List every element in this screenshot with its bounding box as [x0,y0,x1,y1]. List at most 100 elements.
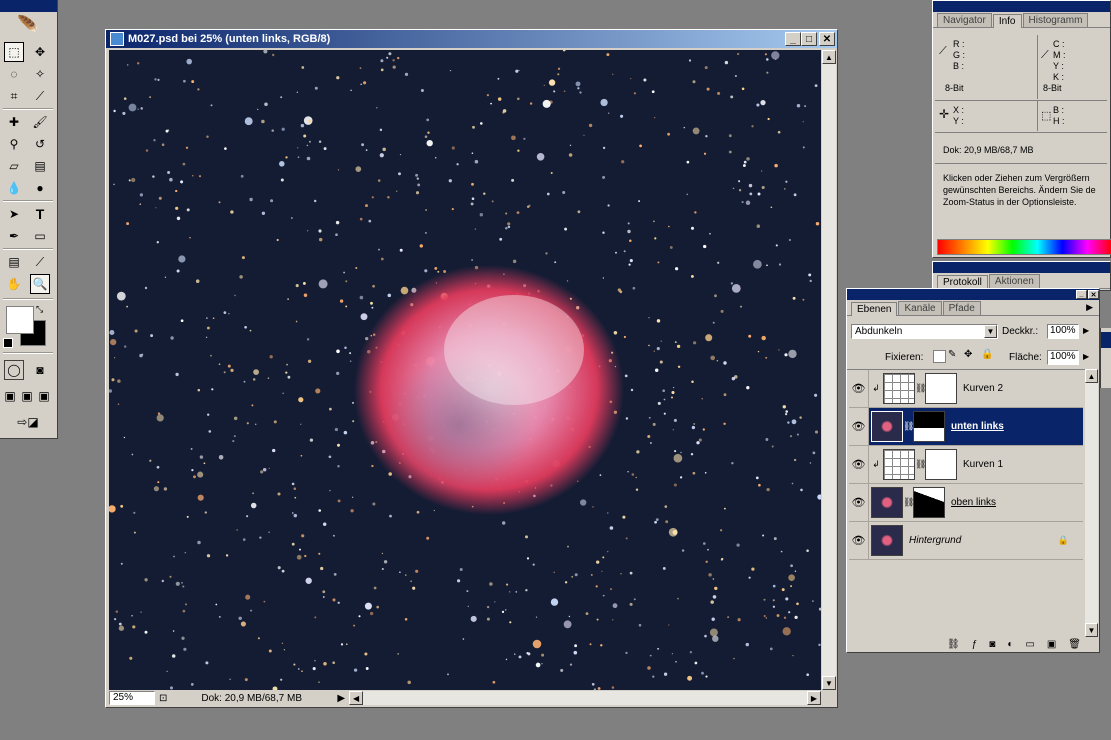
tab-info[interactable]: Info [992,14,1022,28]
quick-mask-mode-icon[interactable]: ◙ [30,360,50,380]
lock-all-icon[interactable]: 🔒 [981,349,993,360]
chevron-down-icon[interactable]: ▼ [984,325,997,338]
screen-mode-standard-icon[interactable]: ▣ [2,386,18,406]
default-colors-icon[interactable] [3,338,13,348]
opacity-slider-arrow-icon[interactable]: ▶ [1083,326,1089,335]
stamp-tool-icon[interactable]: ⚲ [4,134,24,154]
zoom-tool-icon[interactable]: 🔍 [30,274,50,294]
eye-icon[interactable]: 👁 [849,408,869,445]
tab-actions[interactable]: Aktionen [988,274,1040,288]
layer-row-hintergrund[interactable]: 👁 Hintergrund 🔒 [849,522,1083,560]
maximize-button[interactable]: □ [801,32,817,46]
close-button[interactable]: ✕ [819,32,835,46]
new-layer-icon[interactable]: ▣ [1047,639,1056,650]
marquee-tool-icon[interactable]: ⬚ [4,42,24,62]
swap-colors-icon[interactable]: ⤡ [36,304,43,315]
path-select-tool-icon[interactable]: ➤ [4,204,24,224]
notes-tool-icon[interactable]: ▤ [4,252,24,272]
healing-brush-icon[interactable]: ✚ [4,112,24,132]
collapsed-panel-edge[interactable] [1100,328,1111,388]
adjustment-layer-icon[interactable]: ◐ [1007,639,1013,650]
scroll-up-button[interactable]: ▲ [1085,369,1098,383]
gradient-tool-icon[interactable]: ▤ [30,156,50,176]
eye-icon[interactable]: 👁 [849,446,869,483]
screen-mode-full-menu-icon[interactable]: ▣ [19,386,35,406]
hint-line: Klicken oder Ziehen zum Vergrößern [943,173,1090,183]
tab-layers[interactable]: Ebenen [851,302,898,316]
layer-row-unten-links[interactable]: 👁 ⛓ unten links [849,408,1083,446]
foreground-color-swatch-top[interactable] [6,306,34,334]
minimize-button[interactable]: _ [785,32,801,46]
add-mask-icon[interactable]: ◙ [989,639,995,650]
magic-wand-tool-icon[interactable]: ✧ [30,64,50,84]
status-preview-icon[interactable]: ⊡ [159,693,167,704]
cmyk-eyedropper-icon[interactable]: ⟋ [1041,49,1049,62]
scroll-up-button[interactable]: ▲ [822,50,836,64]
tab-histogram[interactable]: Histogramm [1022,13,1089,27]
fill-input[interactable]: 100% [1047,350,1079,365]
info-panel-titlebar[interactable] [933,1,1110,12]
eyedropper-tool-icon[interactable]: ⟋ [30,252,50,272]
rgb-eyedropper-icon[interactable]: ⟋ [939,45,947,58]
tool-palette-titlebar[interactable] [0,0,57,12]
screen-mode-full-icon[interactable]: ▣ [36,386,52,406]
eye-icon[interactable]: 👁 [849,370,869,407]
eye-icon[interactable]: 👁 [849,484,869,521]
scroll-right-button[interactable]: ▶ [807,691,821,705]
lock-move-icon[interactable]: ✥ [964,349,972,360]
eraser-tool-icon[interactable]: ▱ [4,156,24,176]
tab-paths[interactable]: Pfade [942,301,981,315]
panel-minimize-button[interactable]: _ [1076,290,1087,299]
image-canvas[interactable] [109,50,821,690]
blend-mode-select[interactable]: Abdunkeln ▼ [851,324,998,339]
trash-icon[interactable]: 🗑 [1068,639,1081,650]
blur-tool-icon[interactable]: 💧 [4,178,24,198]
dodge-tool-icon[interactable]: ● [30,178,50,198]
pen-tool-icon[interactable]: ✒ [4,226,24,246]
tab-history[interactable]: Protokoll [937,275,988,289]
brush-tool-icon[interactable]: 🖌 [30,112,50,132]
fill-slider-arrow-icon[interactable]: ▶ [1083,352,1089,361]
move-tool-icon[interactable]: ✥ [30,42,50,62]
lasso-tool-icon[interactable]: ◌ [4,64,24,84]
tab-channels[interactable]: Kanäle [898,301,942,315]
opacity-input[interactable]: 100% [1047,324,1079,339]
zoom-input[interactable]: 25% [109,691,155,705]
document-titlebar[interactable]: M027.psd bei 25% (unten links, RGB/8) _ … [106,30,837,48]
vertical-scrollbar[interactable]: ▲ ▼ [822,50,836,690]
layer-row-kurven-2[interactable]: 👁 ↲ ⛓ Kurven 2 [849,370,1083,408]
scroll-down-button[interactable]: ▼ [1085,623,1098,637]
hand-tool-icon[interactable]: ✋ [4,274,24,294]
history-panel-titlebar[interactable] [933,262,1110,273]
new-group-icon[interactable]: ▭ [1025,639,1034,650]
link-layers-icon[interactable]: ⛓ [947,639,960,650]
crop-tool-icon[interactable]: ⌗ [4,86,24,106]
standard-mode-icon[interactable]: ◯ [4,360,24,380]
layer-row-oben-links[interactable]: 👁 ⛓ oben links [849,484,1083,522]
type-tool-icon[interactable]: T [30,204,50,224]
layer-row-kurven-1[interactable]: 👁 ↲ ⛓ Kurven 1 [849,446,1083,484]
panel-close-button[interactable]: ✕ [1088,290,1099,299]
history-brush-icon[interactable]: ↺ [30,134,50,154]
link-chain-icon[interactable]: ⛓ [915,459,926,470]
shape-tool-icon[interactable]: ▭ [30,226,50,246]
link-chain-icon[interactable]: ⛓ [903,421,914,432]
panel-menu-icon[interactable]: ▶ [1086,302,1093,313]
link-chain-icon[interactable]: ⛓ [915,383,926,394]
photoshop-feather-icon[interactable]: 🪶 [0,12,57,38]
layers-panel-titlebar[interactable]: _ ✕ [847,289,1099,300]
layer-style-icon[interactable]: ƒ [972,639,978,650]
lock-transparency-checkbox[interactable] [933,350,946,363]
lock-paint-icon[interactable]: ✎ [948,349,956,360]
scroll-left-button[interactable]: ◀ [349,691,364,705]
layers-scrollbar[interactable]: ▲ ▼ [1085,369,1098,637]
slice-tool-icon[interactable]: ⟋ [30,86,50,106]
eye-icon[interactable]: 👁 [849,522,869,559]
tab-navigator[interactable]: Navigator [937,13,992,27]
color-ramp[interactable] [937,239,1111,255]
link-chain-icon[interactable]: ⛓ [903,497,914,508]
jump-to-imageready-icon[interactable]: ⇨◪ [6,412,50,432]
status-menu-arrow-icon[interactable]: ▶ [337,693,345,704]
horizontal-scrollbar[interactable] [363,691,807,705]
scroll-down-button[interactable]: ▼ [822,676,836,690]
